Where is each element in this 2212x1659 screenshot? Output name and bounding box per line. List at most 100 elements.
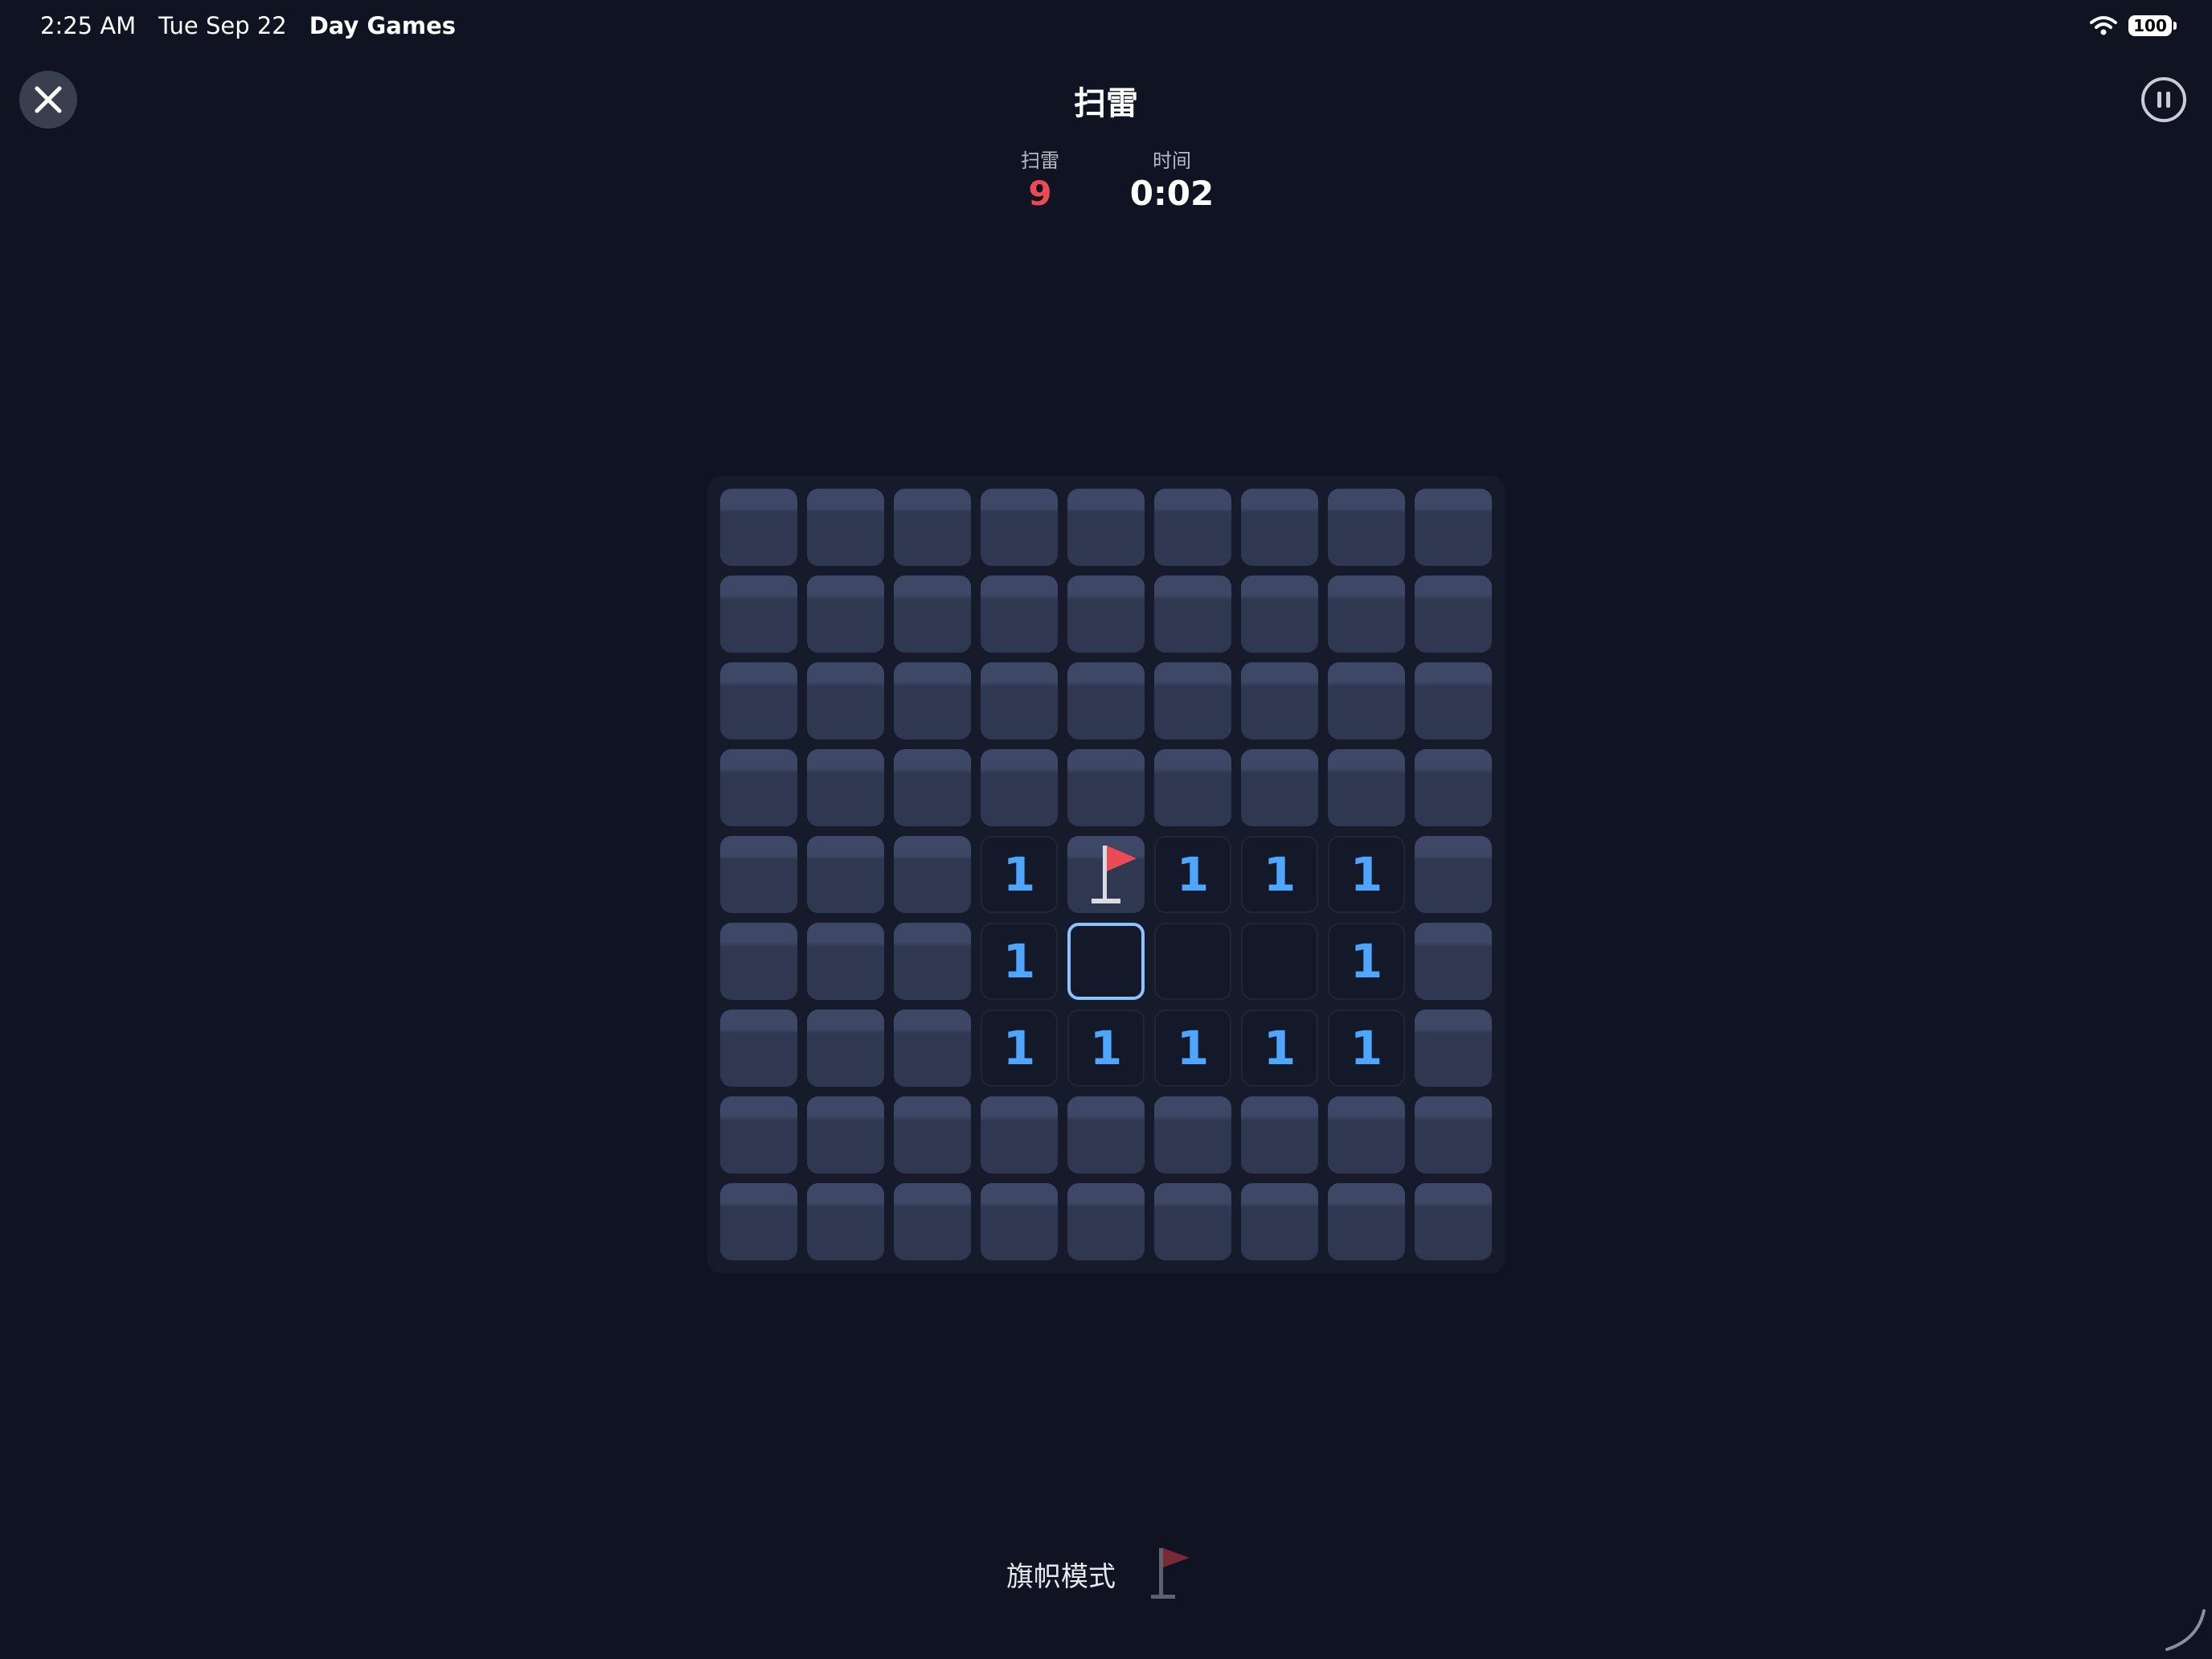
cell-covered[interactable] <box>1328 489 1405 566</box>
cell-covered[interactable] <box>981 576 1058 653</box>
pause-button[interactable] <box>2141 77 2186 122</box>
cell-covered[interactable] <box>894 1010 971 1087</box>
cell-covered[interactable] <box>981 1183 1058 1260</box>
cell-covered[interactable] <box>1415 749 1492 826</box>
cell-covered[interactable] <box>894 1183 971 1260</box>
cell-covered[interactable] <box>1328 576 1405 653</box>
cell-number[interactable]: 1 <box>1328 1010 1405 1087</box>
cell-covered[interactable] <box>894 923 971 1000</box>
cell-covered[interactable] <box>1154 749 1231 826</box>
cell-covered[interactable] <box>894 489 971 566</box>
cell-covered[interactable] <box>1067 1096 1145 1174</box>
cell-covered[interactable] <box>1067 662 1145 739</box>
cell-covered[interactable] <box>981 662 1058 739</box>
cell-covered[interactable] <box>720 489 797 566</box>
cell-covered[interactable] <box>1415 836 1492 913</box>
cell-covered[interactable] <box>807 1183 884 1260</box>
cell-covered[interactable] <box>1067 749 1145 826</box>
cell-number[interactable]: 1 <box>1328 923 1405 1000</box>
cell-flagged[interactable] <box>1067 836 1145 913</box>
cell-covered[interactable] <box>720 836 797 913</box>
cell-covered[interactable] <box>1067 1183 1145 1260</box>
cell-number[interactable]: 1 <box>1241 836 1318 913</box>
game-board: 11111111111 <box>707 476 1505 1273</box>
cell-number-label: 1 <box>1089 1021 1123 1075</box>
cell-covered[interactable] <box>1067 489 1145 566</box>
cell-covered[interactable] <box>1154 662 1231 739</box>
cell-covered[interactable] <box>807 489 884 566</box>
cell-covered[interactable] <box>807 923 884 1000</box>
cell-number[interactable]: 1 <box>981 836 1058 913</box>
cell-covered[interactable] <box>1241 1183 1318 1260</box>
cell-covered[interactable] <box>807 1096 884 1174</box>
cell-covered[interactable] <box>720 1183 797 1260</box>
cell-covered[interactable] <box>894 576 971 653</box>
cell-covered[interactable] <box>1415 576 1492 653</box>
cell-covered[interactable] <box>1415 489 1492 566</box>
cell-covered[interactable] <box>720 1096 797 1174</box>
cell-covered[interactable] <box>1328 1183 1405 1260</box>
cell-covered[interactable] <box>1415 1010 1492 1087</box>
cell-number-label: 1 <box>1002 1021 1036 1075</box>
cell-covered[interactable] <box>1241 662 1318 739</box>
cell-covered[interactable] <box>1415 1096 1492 1174</box>
cell-number[interactable]: 1 <box>981 923 1058 1000</box>
battery-level: 100 <box>2133 16 2167 35</box>
cell-covered[interactable] <box>894 1096 971 1174</box>
cell-number[interactable]: 1 <box>981 1010 1058 1087</box>
cell-covered[interactable] <box>720 923 797 1000</box>
cell-covered[interactable] <box>894 662 971 739</box>
cell-covered[interactable] <box>720 749 797 826</box>
cell-covered[interactable] <box>981 1096 1058 1174</box>
cell-covered[interactable] <box>1154 576 1231 653</box>
cell-covered[interactable] <box>1154 489 1231 566</box>
time-value: 0:02 <box>1129 174 1215 213</box>
cell-number-label: 1 <box>1176 847 1210 902</box>
cell-covered[interactable] <box>1067 576 1145 653</box>
cell-covered[interactable] <box>894 749 971 826</box>
cell-number-label: 1 <box>1350 1021 1383 1075</box>
cell-number-label: 1 <box>1002 934 1036 989</box>
cell-number[interactable]: 1 <box>1241 1010 1318 1087</box>
cell-empty[interactable] <box>1154 923 1231 1000</box>
flag-mode-label: 旗帜模式 <box>1006 1560 1116 1593</box>
page-title: 扫雷 <box>1074 85 1138 122</box>
cell-covered[interactable] <box>807 662 884 739</box>
cell-covered[interactable] <box>807 836 884 913</box>
flag-mode-toggle[interactable]: 旗帜模式 <box>1006 1545 1196 1603</box>
cell-covered[interactable] <box>1241 1096 1318 1174</box>
wifi-icon <box>2090 16 2117 35</box>
cell-covered[interactable] <box>807 1010 884 1087</box>
cell-number[interactable]: 1 <box>1328 836 1405 913</box>
cell-covered[interactable] <box>807 749 884 826</box>
status-bar-right: 100 <box>2090 11 2177 40</box>
cell-covered[interactable] <box>1415 1183 1492 1260</box>
cell-covered[interactable] <box>1328 662 1405 739</box>
cell-covered[interactable] <box>1415 923 1492 1000</box>
cell-covered[interactable] <box>981 489 1058 566</box>
cell-empty[interactable] <box>1241 923 1318 1000</box>
cell-covered[interactable] <box>1328 1096 1405 1174</box>
cell-covered[interactable] <box>1154 1183 1231 1260</box>
cell-covered[interactable] <box>1241 576 1318 653</box>
cell-covered[interactable] <box>1415 662 1492 739</box>
cell-number-label: 1 <box>1002 847 1036 902</box>
cell-covered[interactable] <box>720 576 797 653</box>
cell-covered[interactable] <box>807 576 884 653</box>
cell-covered[interactable] <box>1154 1096 1231 1174</box>
cell-number[interactable]: 1 <box>1067 1010 1145 1087</box>
cell-covered[interactable] <box>720 662 797 739</box>
cell-selected[interactable] <box>1067 923 1145 1000</box>
screen: 2:25 AM Tue Sep 22 Day Games 100 扫雷 扫雷 9… <box>0 0 2212 1659</box>
cell-covered[interactable] <box>1328 749 1405 826</box>
time-label: 时间 <box>1153 150 1191 172</box>
cell-covered[interactable] <box>894 836 971 913</box>
cell-number[interactable]: 1 <box>1154 1010 1231 1087</box>
cell-covered[interactable] <box>1241 489 1318 566</box>
status-time: 2:25 AM <box>40 12 137 39</box>
cell-number-label: 1 <box>1263 847 1296 902</box>
cell-covered[interactable] <box>1241 749 1318 826</box>
cell-covered[interactable] <box>981 749 1058 826</box>
cell-covered[interactable] <box>720 1010 797 1087</box>
cell-number[interactable]: 1 <box>1154 836 1231 913</box>
